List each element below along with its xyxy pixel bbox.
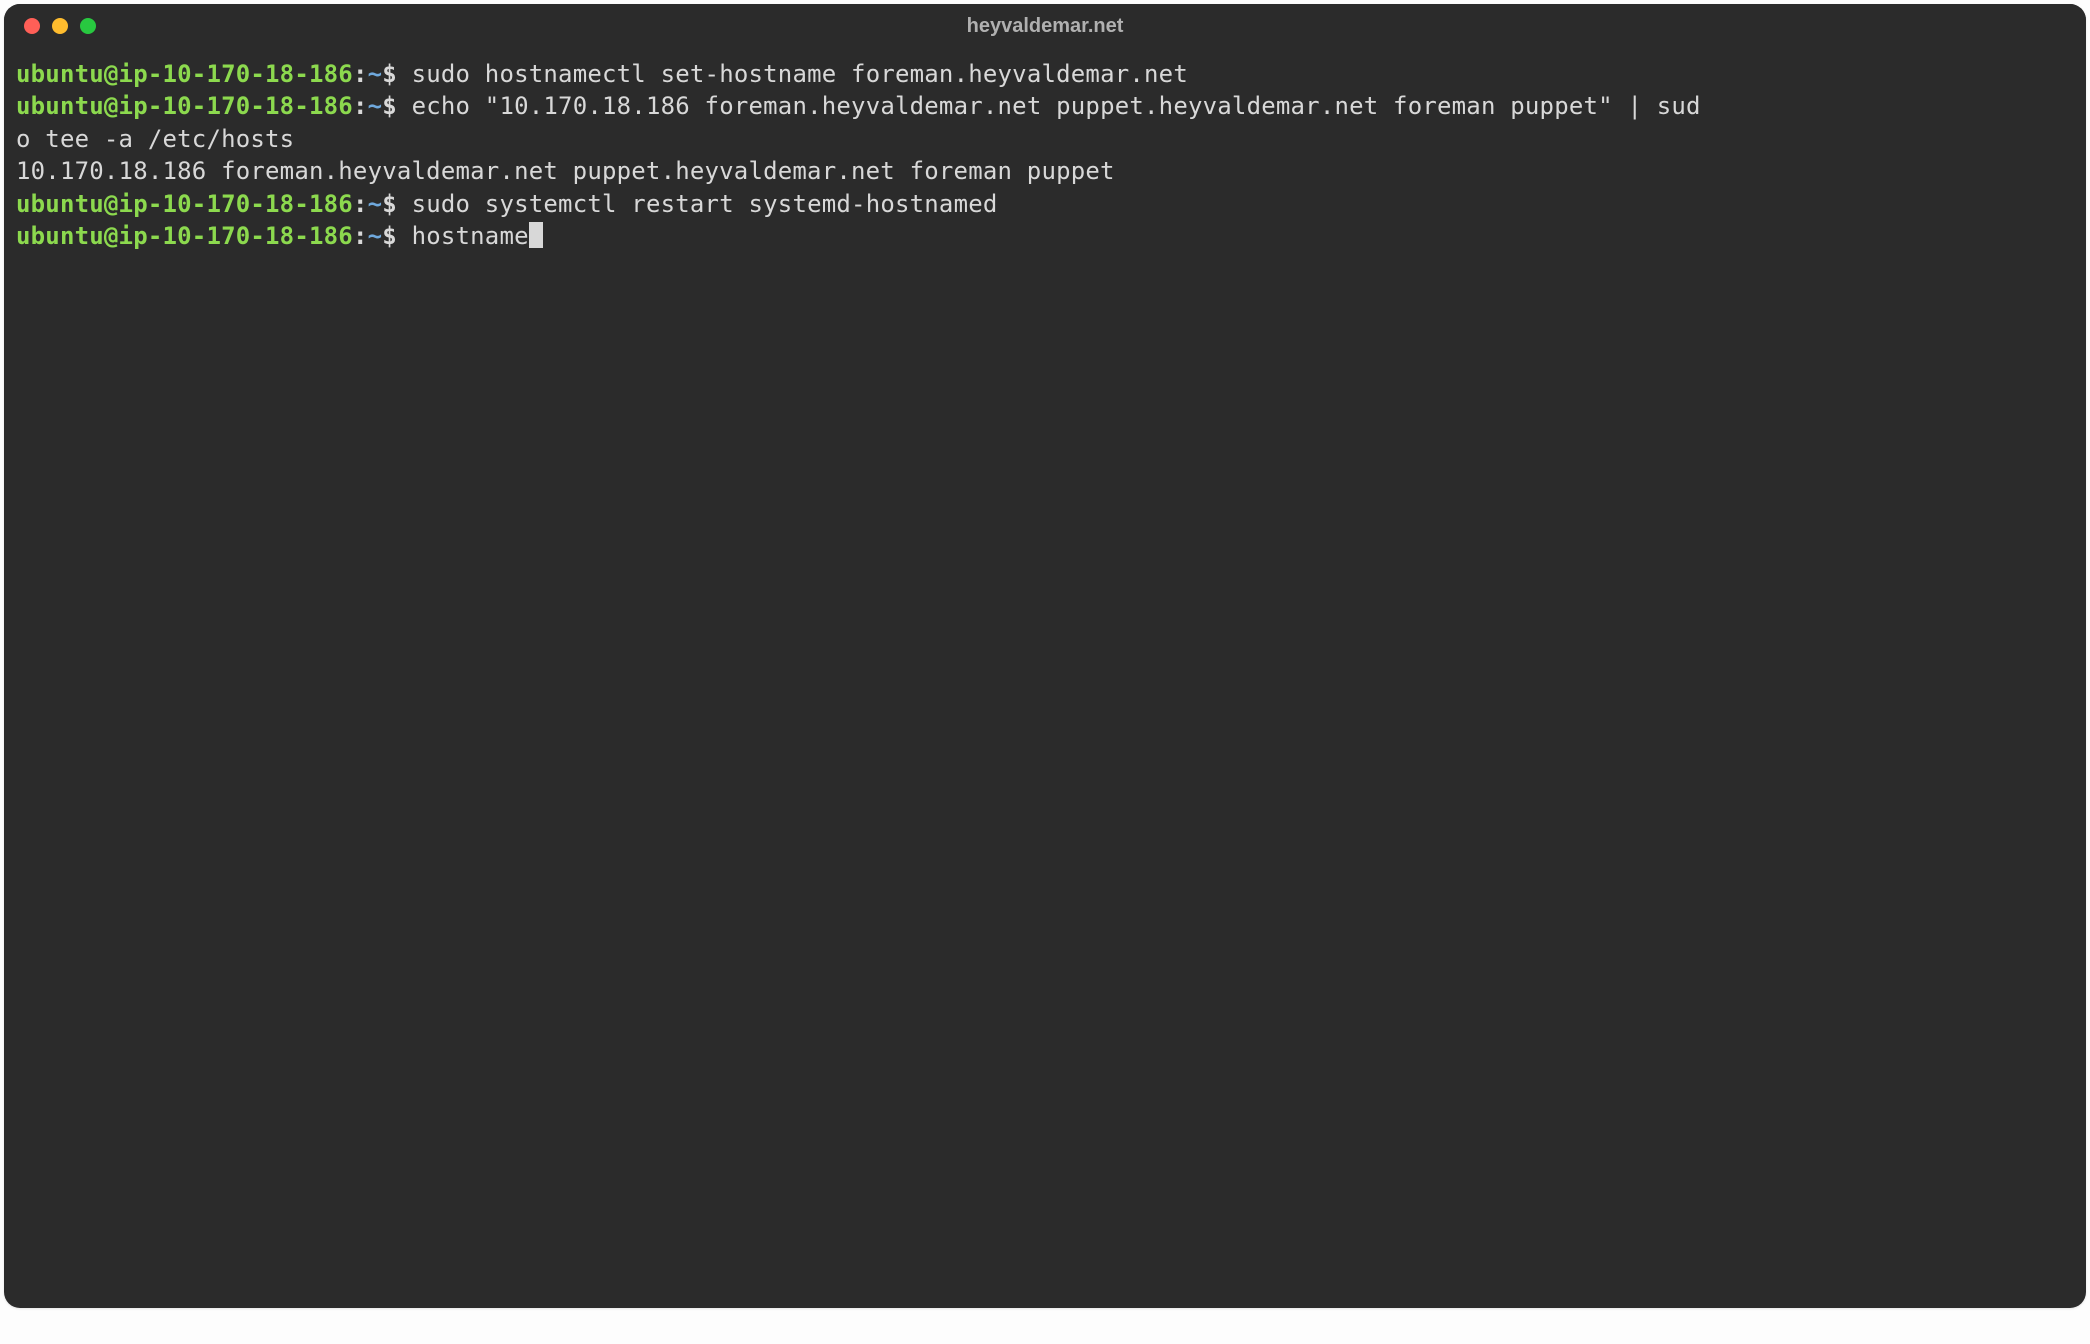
prompt-user: ubuntu@ip-10-170-18-186 [16, 92, 353, 120]
terminal-line-wrap: o tee -a /etc/hosts [16, 123, 2074, 155]
prompt-user: ubuntu@ip-10-170-18-186 [16, 60, 353, 88]
window-title: heyvaldemar.net [4, 15, 2086, 38]
prompt-symbol: $ [382, 190, 397, 218]
terminal-line: ubuntu@ip-10-170-18-186:~$ hostname [16, 220, 2074, 252]
terminal-window: heyvaldemar.net ubuntu@ip-10-170-18-186:… [4, 4, 2086, 1308]
cursor-block-icon [529, 222, 543, 248]
prompt-user: ubuntu@ip-10-170-18-186 [16, 190, 353, 218]
terminal-body[interactable]: ubuntu@ip-10-170-18-186:~$ sudo hostname… [4, 48, 2086, 1308]
titlebar: heyvaldemar.net [4, 4, 2086, 48]
traffic-lights [24, 18, 96, 34]
prompt-path: ~ [368, 222, 383, 250]
command-text: hostname [412, 222, 529, 250]
prompt-symbol: $ [382, 60, 397, 88]
command-text-wrap: o tee -a /etc/hosts [16, 125, 294, 153]
minimize-icon[interactable] [52, 18, 68, 34]
prompt-colon: : [353, 60, 368, 88]
command-text: echo "10.170.18.186 foreman.heyvaldemar.… [412, 92, 1701, 120]
prompt-colon: : [353, 222, 368, 250]
command-text: sudo hostnamectl set-hostname foreman.he… [412, 60, 1188, 88]
command-text: sudo systemctl restart systemd-hostnamed [412, 190, 998, 218]
prompt-path: ~ [368, 190, 383, 218]
terminal-line: ubuntu@ip-10-170-18-186:~$ echo "10.170.… [16, 90, 2074, 122]
prompt-symbol: $ [382, 222, 397, 250]
close-icon[interactable] [24, 18, 40, 34]
prompt-symbol: $ [382, 92, 397, 120]
terminal-line: ubuntu@ip-10-170-18-186:~$ sudo hostname… [16, 58, 2074, 90]
prompt-colon: : [353, 92, 368, 120]
output-text: 10.170.18.186 foreman.heyvaldemar.net pu… [16, 157, 1115, 185]
prompt-user: ubuntu@ip-10-170-18-186 [16, 222, 353, 250]
terminal-output-line: 10.170.18.186 foreman.heyvaldemar.net pu… [16, 155, 2074, 187]
terminal-line: ubuntu@ip-10-170-18-186:~$ sudo systemct… [16, 188, 2074, 220]
prompt-path: ~ [368, 60, 383, 88]
prompt-colon: : [353, 190, 368, 218]
prompt-path: ~ [368, 92, 383, 120]
maximize-icon[interactable] [80, 18, 96, 34]
